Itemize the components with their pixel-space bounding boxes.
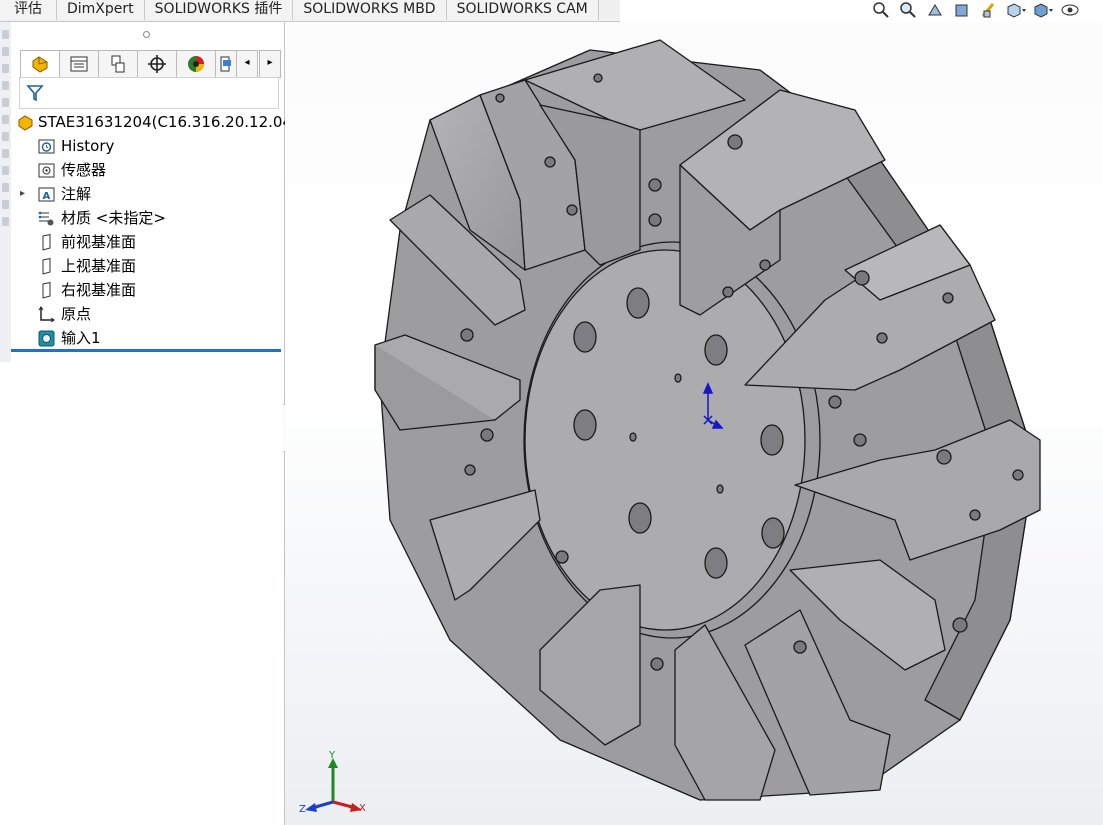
- tabs-scroll-right-icon[interactable]: ▸: [259, 50, 281, 78]
- annotation-icon: A: [38, 186, 55, 203]
- tab-evaluate[interactable]: 评估: [0, 0, 57, 20]
- hide-show-icon[interactable]: [1057, 0, 1082, 20]
- tree-item-label: 材质 <未指定>: [61, 209, 166, 227]
- expand-arrow-icon[interactable]: ▸: [20, 182, 25, 206]
- zoom-to-fit-icon[interactable]: [868, 0, 893, 20]
- tab-cam[interactable]: SOLIDWORKS CAM: [446, 0, 599, 20]
- tree-item-right-plane[interactable]: 右视基准面: [11, 278, 284, 302]
- imported-body-icon: [38, 330, 55, 347]
- tree-item-label: 前视基准面: [61, 233, 137, 251]
- toolbar-icon[interactable]: [2, 200, 9, 209]
- property-manager-icon[interactable]: [59, 50, 98, 78]
- toolbar-icon[interactable]: [2, 47, 9, 56]
- dynamic-annotation-icon[interactable]: [976, 0, 1001, 20]
- toolbar-icon[interactable]: [2, 183, 9, 192]
- tree-item-material[interactable]: 材质 <未指定>: [11, 206, 284, 230]
- toolbar-icon[interactable]: [2, 166, 9, 175]
- plane-icon: [38, 257, 55, 275]
- panel-grip[interactable]: [143, 31, 150, 38]
- plane-icon: [38, 233, 55, 251]
- tree-item-annotations[interactable]: ▸ A 注解: [11, 182, 284, 206]
- configuration-manager-icon[interactable]: [98, 50, 137, 78]
- tree-root-label: STAE31631204(C16.316.20.12.04): [38, 113, 298, 131]
- tree-item-label: 原点: [61, 305, 92, 323]
- toolbar-icon[interactable]: [2, 30, 9, 39]
- tree-item-label: History: [61, 137, 115, 155]
- toolbar-icon[interactable]: [2, 98, 9, 107]
- history-icon: [38, 138, 55, 155]
- material-icon: [38, 210, 55, 227]
- feature-manager-panel: ◂ ▸ STAE31631204(C16.316.20.12.04) Histo…: [11, 22, 298, 825]
- previous-view-icon[interactable]: [922, 0, 947, 20]
- display-style-icon[interactable]: [1030, 0, 1055, 20]
- origin-icon: [38, 306, 55, 323]
- tree-item-label: 输入1: [61, 329, 101, 347]
- toolbar-icon[interactable]: [2, 149, 9, 158]
- tree-item-history[interactable]: History: [11, 134, 284, 158]
- cam-manager-icon[interactable]: [215, 50, 237, 78]
- toolbar-icon[interactable]: [2, 64, 9, 73]
- filter-icon[interactable]: [26, 83, 44, 103]
- feature-manager-icon[interactable]: [20, 50, 59, 78]
- heads-up-view-toolbar: [868, 0, 1082, 20]
- tree-item-label: 注解: [61, 185, 92, 203]
- tree-item-origin[interactable]: 原点: [11, 302, 284, 326]
- tree-item-imported1[interactable]: 输入1: [11, 326, 284, 350]
- svg-text:A: A: [43, 191, 51, 202]
- tree-root-part[interactable]: STAE31631204(C16.316.20.12.04): [11, 110, 298, 134]
- tree-item-label: 传感器: [61, 161, 107, 179]
- graphics-viewport[interactable]: Y X Z: [285, 22, 1103, 825]
- section-view-icon[interactable]: [949, 0, 974, 20]
- tabs-scroll-left-icon[interactable]: ◂: [236, 50, 258, 78]
- manager-tabs: [20, 50, 237, 78]
- tree-item-top-plane[interactable]: 上视基准面: [11, 254, 284, 278]
- left-toolbar-strip: [0, 22, 11, 362]
- zoom-area-icon[interactable]: [895, 0, 920, 20]
- plane-icon: [38, 281, 55, 299]
- tree-item-label: 上视基准面: [61, 257, 137, 275]
- dimxpert-manager-icon[interactable]: [137, 50, 176, 78]
- toolbar-icon[interactable]: [2, 115, 9, 124]
- tree-filter-field[interactable]: [19, 77, 279, 109]
- rollback-bar[interactable]: [11, 349, 281, 352]
- toolbar-icon[interactable]: [2, 81, 9, 90]
- tab-dimxpert[interactable]: DimXpert: [57, 0, 145, 20]
- turret-disc-model[interactable]: [285, 22, 1103, 825]
- tree-item-sensors[interactable]: 传感器: [11, 158, 284, 182]
- command-manager-tabs: 评估 DimXpert SOLIDWORKS 插件 SOLIDWORKS MBD…: [0, 0, 620, 22]
- toolbar-icon[interactable]: [2, 217, 9, 226]
- tab-mbd[interactable]: SOLIDWORKS MBD: [293, 0, 447, 20]
- display-manager-icon[interactable]: [176, 50, 215, 78]
- tab-addins[interactable]: SOLIDWORKS 插件: [144, 0, 294, 20]
- view-orientation-icon[interactable]: [1003, 0, 1028, 20]
- tree-item-label: 右视基准面: [61, 281, 137, 299]
- sensor-icon: [38, 162, 55, 179]
- part-icon: [17, 114, 34, 131]
- triad-x-label: X: [359, 803, 366, 814]
- triad-z-label: Z: [299, 804, 306, 815]
- tree-item-front-plane[interactable]: 前视基准面: [11, 230, 284, 254]
- toolbar-icon[interactable]: [2, 132, 9, 141]
- feature-tree: STAE31631204(C16.316.20.12.04) History 传…: [11, 110, 298, 350]
- triad-y-label: Y: [329, 750, 336, 761]
